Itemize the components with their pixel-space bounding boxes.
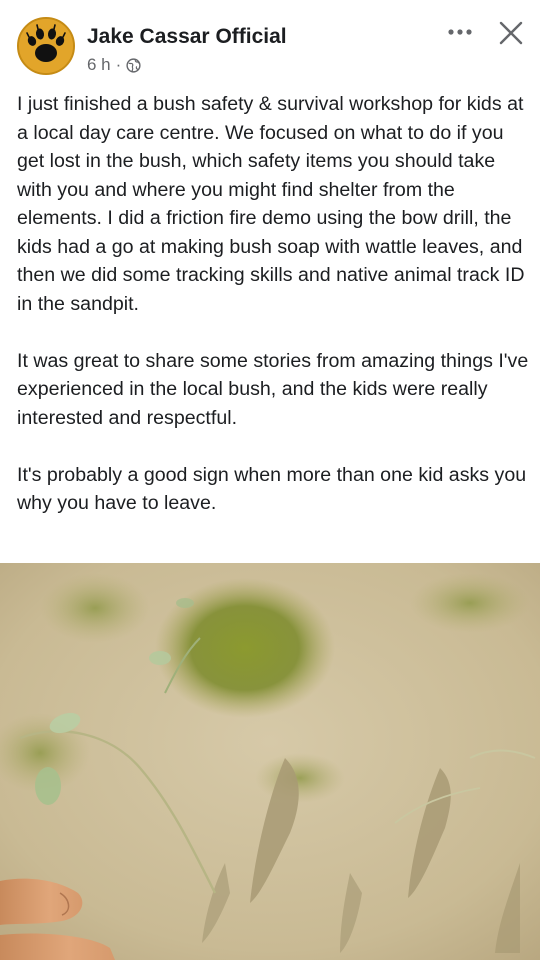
post-meta: 6 h · [87, 55, 141, 75]
post-paragraph: It was great to share some stories from … [17, 349, 529, 429]
post-photo[interactable] [0, 563, 540, 960]
animal-tracks-in-sand-image [0, 563, 540, 960]
author-name[interactable]: Jake Cassar Official [87, 25, 287, 49]
paw-print-icon [19, 19, 73, 73]
avatar[interactable] [17, 17, 75, 75]
more-dots-icon [448, 29, 472, 35]
facebook-post: Jake Cassar Official 6 h · I just finish… [0, 0, 540, 960]
meta-separator: · [115, 55, 122, 74]
globe-icon[interactable] [126, 57, 141, 73]
post-paragraph: It's probably a good sign when more than… [17, 463, 527, 515]
post-text: I just finished a bush safety & survival… [17, 90, 531, 518]
more-options-button[interactable] [446, 22, 474, 42]
close-button[interactable] [496, 18, 526, 48]
post-header: Jake Cassar Official 6 h · [0, 0, 540, 84]
post-time[interactable]: 6 h [87, 55, 111, 75]
post-paragraph: I just finished a bush safety & survival… [17, 93, 525, 315]
close-icon [499, 21, 523, 45]
